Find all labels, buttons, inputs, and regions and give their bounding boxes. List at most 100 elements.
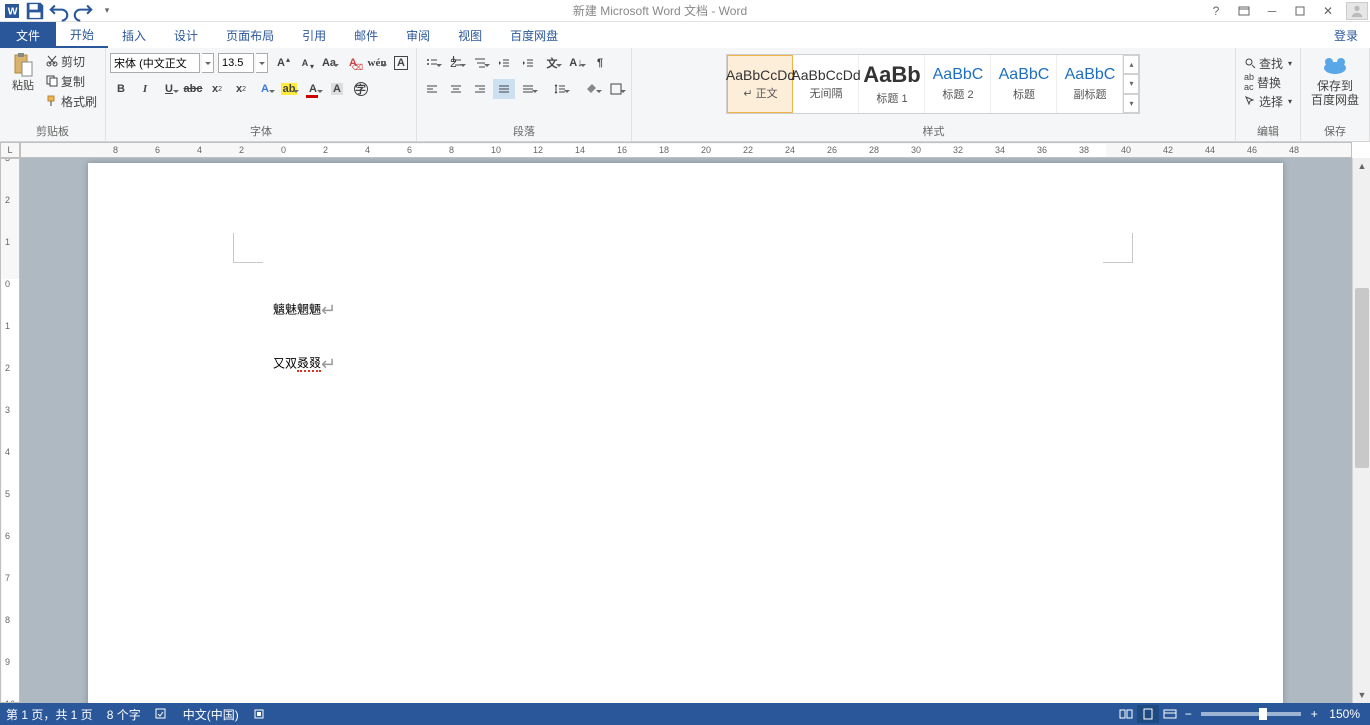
page[interactable]: 魑魅魍魎↵ 又双叒叕↵ bbox=[88, 163, 1283, 703]
zoom-out-button[interactable]: − bbox=[1181, 707, 1195, 721]
tab-review[interactable]: 审阅 bbox=[392, 22, 444, 48]
tab-design[interactable]: 设计 bbox=[160, 22, 212, 48]
scroll-thumb[interactable] bbox=[1355, 288, 1369, 468]
undo-icon[interactable] bbox=[48, 1, 70, 21]
find-button[interactable]: 查找▾ bbox=[1240, 54, 1296, 72]
vertical-scrollbar[interactable]: ▲ ▼ bbox=[1352, 158, 1370, 703]
font-size-input[interactable]: 13.5 bbox=[218, 53, 254, 73]
font-name-input[interactable]: 宋体 (中文正文 bbox=[110, 53, 200, 73]
font-name-dropdown[interactable] bbox=[202, 53, 214, 73]
subscript-button[interactable]: x2 bbox=[206, 79, 228, 99]
close-icon[interactable]: ✕ bbox=[1314, 1, 1342, 21]
paragraph-mark-icon: ↵ bbox=[321, 354, 336, 374]
bullets-button[interactable] bbox=[421, 53, 443, 73]
style-item-5[interactable]: AaBbC副标题 bbox=[1057, 55, 1123, 113]
multilevel-list-button[interactable] bbox=[469, 53, 491, 73]
align-distributed-button[interactable] bbox=[517, 79, 539, 99]
style-item-0[interactable]: AaBbCcDd↵ 正文 bbox=[727, 55, 793, 113]
scroll-down-icon[interactable]: ▼ bbox=[1353, 687, 1370, 703]
enclose-char-button[interactable]: 字 bbox=[350, 79, 372, 99]
help-icon[interactable]: ? bbox=[1202, 1, 1230, 21]
ribbon-display-icon[interactable] bbox=[1230, 1, 1258, 21]
char-border-button[interactable]: A bbox=[390, 53, 412, 73]
cut-button[interactable]: 剪切 bbox=[42, 52, 101, 70]
underline-button[interactable]: U bbox=[158, 79, 180, 99]
numbering-button[interactable]: 12 bbox=[445, 53, 467, 73]
show-marks-button[interactable]: ¶ bbox=[589, 53, 611, 73]
scroll-up-icon[interactable]: ▲ bbox=[1353, 158, 1370, 174]
style-item-2[interactable]: AaBb标题 1 bbox=[859, 55, 925, 113]
document-body[interactable]: 魑魅魍魎↵ 又双叒叕↵ bbox=[273, 293, 336, 381]
shrink-font-button[interactable]: A▾ bbox=[294, 53, 316, 73]
gallery-more-icon[interactable]: ▾ bbox=[1123, 94, 1139, 113]
increase-indent-button[interactable] bbox=[517, 53, 539, 73]
gallery-down-icon[interactable]: ▾ bbox=[1123, 74, 1139, 93]
strikethrough-button[interactable]: abc bbox=[182, 79, 204, 99]
sign-in-link[interactable]: 登录 bbox=[1322, 22, 1370, 48]
bold-button[interactable]: B bbox=[110, 79, 132, 99]
zoom-slider[interactable] bbox=[1201, 712, 1301, 716]
style-item-4[interactable]: AaBbC标题 bbox=[991, 55, 1057, 113]
page-indicator[interactable]: 第 1 页，共 1 页 bbox=[6, 706, 93, 723]
save-to-baidu-button[interactable]: 保存到百度网盘 bbox=[1305, 50, 1365, 110]
paste-button[interactable]: 粘贴 bbox=[4, 50, 42, 95]
gallery-up-icon[interactable]: ▴ bbox=[1123, 55, 1139, 74]
align-right-button[interactable] bbox=[469, 79, 491, 99]
highlight-button[interactable]: ab bbox=[278, 79, 300, 99]
language-indicator[interactable]: 中文(中国) bbox=[183, 706, 239, 723]
align-left-button[interactable] bbox=[421, 79, 443, 99]
superscript-button[interactable]: x2 bbox=[230, 79, 252, 99]
select-button[interactable]: 选择▾ bbox=[1240, 92, 1296, 110]
web-layout-icon[interactable] bbox=[1159, 705, 1181, 723]
format-painter-button[interactable]: 格式刷 bbox=[42, 92, 101, 110]
tab-references[interactable]: 引用 bbox=[288, 22, 340, 48]
tab-layout[interactable]: 页面布局 bbox=[212, 22, 288, 48]
tab-view[interactable]: 视图 bbox=[444, 22, 496, 48]
sort-button[interactable]: A↓ bbox=[565, 53, 587, 73]
align-center-button[interactable] bbox=[445, 79, 467, 99]
word-app-icon: W bbox=[2, 1, 22, 21]
grow-font-button[interactable]: A▴ bbox=[270, 53, 292, 73]
maximize-icon[interactable] bbox=[1286, 1, 1314, 21]
tab-insert[interactable]: 插入 bbox=[108, 22, 160, 48]
minimize-icon[interactable]: ─ bbox=[1258, 1, 1286, 21]
copy-button[interactable]: 复制 bbox=[42, 72, 101, 90]
clear-formatting-button[interactable]: A⌫ bbox=[342, 53, 364, 73]
document-area[interactable]: 魑魅魍魎↵ 又双叒叕↵ bbox=[20, 158, 1352, 703]
word-count[interactable]: 8 个字 bbox=[107, 706, 141, 723]
decrease-indent-button[interactable] bbox=[493, 53, 515, 73]
tab-home[interactable]: 开始 bbox=[56, 22, 108, 48]
style-item-1[interactable]: AaBbCcDd无间隔 bbox=[793, 55, 859, 113]
borders-button[interactable] bbox=[605, 79, 627, 99]
font-size-dropdown[interactable] bbox=[256, 53, 268, 73]
tab-baidu[interactable]: 百度网盘 bbox=[496, 22, 572, 48]
font-color-button[interactable]: A bbox=[302, 79, 324, 99]
style-item-3[interactable]: AaBbC标题 2 bbox=[925, 55, 991, 113]
text-effects-button[interactable]: A bbox=[254, 79, 276, 99]
redo-icon[interactable] bbox=[72, 1, 94, 21]
asian-layout-button[interactable]: 文 bbox=[541, 53, 563, 73]
account-avatar-icon[interactable] bbox=[1346, 2, 1368, 20]
shading-button[interactable] bbox=[581, 79, 603, 99]
phonetic-guide-button[interactable]: wén bbox=[366, 53, 388, 73]
line-spacing-button[interactable] bbox=[549, 79, 571, 99]
tab-mailings[interactable]: 邮件 bbox=[340, 22, 392, 48]
vertical-ruler[interactable]: 321012345678910111213 bbox=[0, 158, 20, 703]
ruler-corner[interactable]: L bbox=[0, 142, 20, 158]
read-mode-icon[interactable] bbox=[1115, 705, 1137, 723]
save-icon[interactable] bbox=[24, 1, 46, 21]
change-case-button[interactable]: Aa bbox=[318, 53, 340, 73]
macro-icon[interactable] bbox=[253, 708, 265, 720]
replace-button[interactable]: abac替换 bbox=[1240, 73, 1285, 91]
qat-customize-icon[interactable]: ▾ bbox=[96, 1, 118, 21]
tab-file[interactable]: 文件 bbox=[0, 22, 56, 48]
align-justify-button[interactable] bbox=[493, 79, 515, 99]
spellcheck-icon[interactable] bbox=[155, 708, 169, 720]
zoom-level[interactable]: 150% bbox=[1329, 707, 1360, 721]
zoom-slider-knob[interactable] bbox=[1259, 708, 1267, 720]
print-layout-icon[interactable] bbox=[1137, 705, 1159, 723]
zoom-in-button[interactable]: + bbox=[1307, 707, 1321, 721]
char-shading-button[interactable]: A bbox=[326, 79, 348, 99]
italic-button[interactable]: I bbox=[134, 79, 156, 99]
horizontal-ruler[interactable]: 8642024681012141618202224262830323436384… bbox=[20, 142, 1352, 158]
